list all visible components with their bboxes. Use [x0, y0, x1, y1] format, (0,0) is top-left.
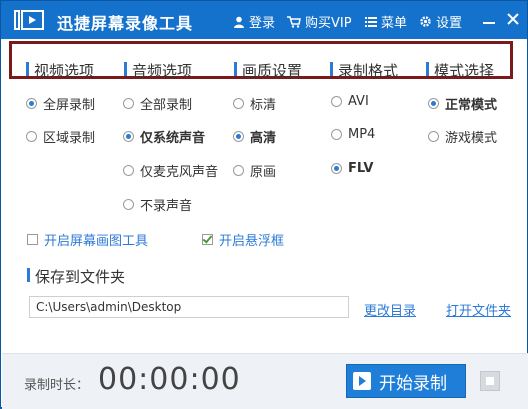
- buy-vip-button[interactable]: 购买VIP: [287, 12, 352, 31]
- radio-quality-high[interactable]: 高清: [233, 127, 276, 146]
- float-box-label: 开启悬浮框: [219, 234, 285, 249]
- list-icon: [365, 17, 377, 27]
- play-icon: [353, 372, 371, 390]
- radio-format-mp4[interactable]: MP4: [331, 127, 375, 142]
- audio-system-label: 仅系统声音: [140, 131, 206, 146]
- change-directory-link[interactable]: 更改目录: [364, 300, 416, 319]
- radio-region[interactable]: 区域录制: [26, 127, 95, 146]
- format-avi-label: AVI: [348, 94, 369, 109]
- radio-fullscreen[interactable]: 全屏录制: [26, 94, 95, 113]
- footer-bar: 录制时长： 00:00:00 开始录制: [2, 353, 528, 409]
- cart-icon: [287, 15, 301, 28]
- close-icon[interactable]: [503, 9, 523, 29]
- radio-mode-normal[interactable]: 正常模式: [428, 94, 497, 113]
- radio-quality-original[interactable]: 原画: [233, 161, 276, 180]
- format-flv-label: FLV: [348, 161, 374, 176]
- menu-button[interactable]: 菜单: [365, 12, 407, 31]
- radio-audio-none[interactable]: 不录声音: [123, 195, 192, 214]
- audio-none-label: 不录声音: [140, 199, 193, 214]
- radio-indicator: [26, 131, 37, 142]
- radio-indicator: [233, 131, 244, 142]
- draw-tool-label: 开启屏幕画图工具: [44, 234, 149, 249]
- radio-indicator: [123, 98, 134, 109]
- audio-all-label: 全部录制: [140, 98, 193, 113]
- open-folder-link[interactable]: 打开文件夹: [446, 300, 511, 319]
- save-path-input[interactable]: [29, 296, 349, 318]
- app-window: 迅捷屏幕录像工具 登录 购买VIP 菜单 设置 视频选项 音频选项 画质设置 录…: [0, 0, 528, 409]
- start-record-button[interactable]: 开始录制: [346, 364, 466, 398]
- radio-format-avi[interactable]: AVI: [331, 94, 369, 109]
- radio-indicator: [233, 165, 244, 176]
- radio-indicator: [123, 165, 134, 176]
- radio-indicator: [331, 163, 342, 174]
- radio-audio-system[interactable]: 仅系统声音: [123, 127, 205, 146]
- checkbox-indicator: [202, 234, 213, 245]
- minimize-icon[interactable]: [479, 9, 499, 29]
- tab-audio-options[interactable]: 音频选项: [124, 60, 192, 81]
- radio-mode-game[interactable]: 游戏模式: [428, 127, 497, 146]
- stop-icon[interactable]: [480, 371, 500, 391]
- app-title: 迅捷屏幕录像工具: [57, 14, 194, 33]
- radio-audio-all[interactable]: 全部录制: [123, 94, 192, 113]
- start-record-label: 开始录制: [379, 373, 447, 394]
- radio-indicator: [233, 98, 244, 109]
- checkbox-draw-tool[interactable]: 开启屏幕画图工具: [27, 230, 148, 249]
- quality-original-label: 原画: [250, 165, 277, 180]
- quality-standard-label: 标清: [250, 98, 277, 113]
- format-mp4-label: MP4: [348, 127, 376, 142]
- title-bar[interactable]: 迅捷屏幕录像工具 登录 购买VIP 菜单 设置: [1, 1, 527, 39]
- audio-mic-label: 仅麦克风声音: [140, 165, 219, 180]
- checkbox-indicator: [27, 234, 38, 245]
- gear-icon: [420, 16, 431, 27]
- buy-vip-label: 购买VIP: [305, 16, 352, 31]
- radio-indicator: [123, 131, 134, 142]
- record-duration: 00:00:00: [98, 362, 241, 397]
- fullscreen-label: 全屏录制: [43, 98, 96, 113]
- app-logo-icon: [14, 10, 44, 30]
- option-tabs: 视频选项 音频选项 画质设置 录制格式 模式选择: [9, 41, 513, 81]
- checkbox-float-box[interactable]: 开启悬浮框: [202, 230, 284, 249]
- duration-label: 录制时长：: [24, 378, 90, 393]
- radio-audio-mic[interactable]: 仅麦克风声音: [123, 161, 218, 180]
- quality-high-label: 高清: [250, 131, 277, 146]
- mode-game-label: 游戏模式: [445, 131, 498, 146]
- radio-format-flv[interactable]: FLV: [331, 161, 373, 176]
- settings-button[interactable]: 设置: [419, 12, 462, 31]
- radio-indicator: [331, 129, 342, 140]
- menu-label: 菜单: [381, 16, 408, 31]
- radio-quality-standard[interactable]: 标清: [233, 94, 276, 113]
- tab-quality-settings[interactable]: 画质设置: [234, 60, 302, 81]
- user-icon: [234, 16, 244, 28]
- radio-indicator: [26, 98, 37, 109]
- settings-label: 设置: [436, 16, 463, 31]
- region-label: 区域录制: [43, 131, 96, 146]
- login-button[interactable]: 登录: [233, 12, 275, 31]
- tab-video-options[interactable]: 视频选项: [26, 60, 94, 81]
- radio-indicator: [123, 199, 134, 210]
- mode-normal-label: 正常模式: [445, 98, 498, 113]
- tab-record-format[interactable]: 录制格式: [330, 60, 398, 81]
- tab-mode-select[interactable]: 模式选择: [426, 60, 494, 81]
- save-folder-title: 保存到文件夹: [27, 266, 125, 287]
- radio-indicator: [428, 98, 439, 109]
- radio-indicator: [428, 131, 439, 142]
- radio-indicator: [331, 96, 342, 107]
- login-label: 登录: [249, 16, 276, 31]
